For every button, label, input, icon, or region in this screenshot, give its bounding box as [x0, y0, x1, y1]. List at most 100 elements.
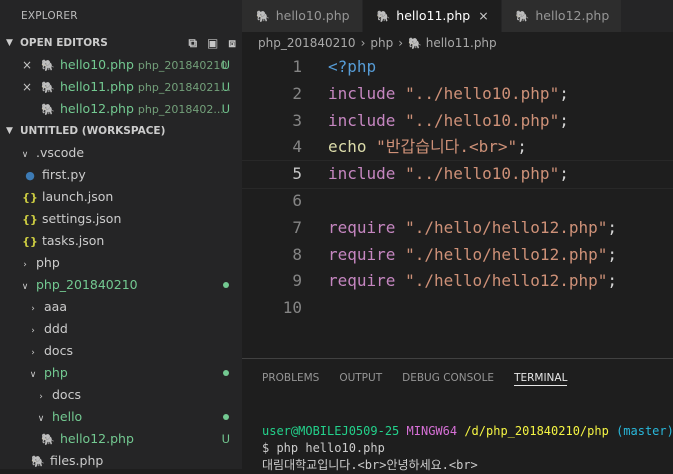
tree-label: files.php: [50, 453, 104, 468]
code-token: <?php: [328, 57, 377, 76]
tree-label: first.py: [42, 167, 86, 182]
line-number: 2: [292, 83, 302, 103]
code-token: ;: [559, 164, 569, 184]
modified-dot: [223, 370, 229, 376]
code-line: 8 require "./hello/hello12.php";: [242, 242, 673, 269]
tree-folder-ddd[interactable]: › ddd: [0, 318, 242, 340]
code-token: ;: [517, 137, 527, 157]
tree-folder-aaa[interactable]: › aaa: [0, 296, 242, 318]
chevron-down-icon: ∨: [37, 414, 45, 424]
tree-file[interactable]: {} launch.json: [0, 186, 242, 208]
chevron-down-icon: ▼: [6, 38, 13, 48]
terminal-command: $ php hello10.php: [262, 441, 385, 455]
code-token: "./hello/hello12.php": [395, 271, 608, 291]
code-token: "../hello10.php": [395, 83, 560, 103]
chevron-right-icon: ›: [360, 36, 366, 50]
untracked-badge: U: [221, 102, 230, 116]
terminal-host: MINGW64: [406, 424, 458, 438]
code-token: include: [328, 164, 396, 184]
line-number: 9: [292, 271, 302, 291]
php-file-icon: 🐘: [41, 103, 55, 116]
tree-folder-php-201840210[interactable]: ∨ php_201840210: [0, 274, 242, 296]
code-token: ;: [559, 110, 569, 130]
terminal-output[interactable]: user@MOBILEJ0509-25 MINGW64 /d/php_20184…: [262, 423, 673, 474]
code-token: "./hello/hello12.php": [395, 244, 608, 264]
breadcrumb-item[interactable]: php_201840210: [258, 36, 356, 50]
code-line: 2 include "../hello10.php";: [242, 81, 673, 108]
tab-label: hello12.php: [535, 8, 610, 23]
code-line: 9 require "./hello/hello12.php";: [242, 268, 673, 295]
code-line-current: 5 include "../hello10.php";: [242, 160, 673, 189]
tab-hello12[interactable]: 🐘 hello12.php: [501, 0, 623, 32]
tree-folder-php-sub[interactable]: ∨ php: [0, 362, 242, 384]
file-name: hello10.php: [60, 57, 134, 72]
bottom-panel: PROBLEMS OUTPUT DEBUG CONSOLE TERMINAL u…: [242, 358, 673, 472]
file-name: hello11.php: [60, 79, 134, 94]
tab-output[interactable]: OUTPUT: [339, 359, 382, 397]
tree-folder-docs[interactable]: › docs: [0, 340, 242, 362]
code-token: ;: [607, 271, 617, 291]
tree-folder-hello[interactable]: ∨ hello: [0, 406, 242, 428]
code-editor[interactable]: 1 <?php 2 include "../hello10.php"; 3 inclu…: [242, 54, 673, 358]
chevron-right-icon: ›: [23, 260, 27, 270]
open-editors-title: OPEN EDITORS: [20, 37, 108, 49]
file-folder-desc: php_2018402...: [137, 103, 224, 116]
close-icon[interactable]: ×: [20, 54, 34, 76]
save-all-icon[interactable]: ▣: [207, 32, 218, 54]
line-number: 4: [292, 137, 302, 157]
breadcrumb-item[interactable]: php: [370, 36, 393, 50]
code-token: require: [328, 217, 396, 237]
new-untitled-file-icon[interactable]: ⧉: [188, 32, 197, 54]
workspace-header[interactable]: ▼ UNTITLED (WORKSPACE): [0, 120, 242, 142]
line-number: 6: [292, 191, 302, 210]
tree-folder-docs-sub[interactable]: › docs: [0, 384, 242, 406]
tree-label: ddd: [44, 321, 68, 336]
close-icon[interactable]: ×: [20, 76, 34, 98]
modified-dot: [223, 282, 229, 288]
code-token: ;: [607, 217, 617, 237]
tab-label: hello11.php: [396, 8, 471, 23]
open-editor-item[interactable]: × 🐘 hello11.php php_20184021... U: [0, 76, 242, 98]
tab-label: hello10.php: [275, 8, 350, 23]
chevron-right-icon: ›: [31, 348, 35, 358]
code-token: "../hello10.php": [395, 164, 560, 184]
open-editors-header[interactable]: ▼ OPEN EDITORS ⧉ ▣ ⧈: [0, 32, 242, 54]
code-token: ;: [607, 244, 617, 264]
breadcrumb: php_201840210 › php › 🐘 hello11.php: [242, 32, 673, 54]
code-token: ;: [559, 83, 569, 103]
open-editor-item[interactable]: × 🐘 hello10.php php_201840210 U: [0, 54, 242, 76]
close-icon[interactable]: ×: [478, 8, 488, 23]
tree-label: launch.json: [42, 189, 114, 204]
json-file-icon: {}: [22, 191, 38, 204]
tab-problems[interactable]: PROBLEMS: [262, 359, 319, 397]
code-token: require: [328, 271, 396, 291]
chevron-down-icon: ▼: [6, 126, 13, 136]
chevron-down-icon: ∨: [29, 370, 37, 380]
line-number: 5: [292, 164, 302, 184]
php-file-icon: 🐘: [41, 433, 55, 446]
tree-file[interactable]: {} settings.json: [0, 208, 242, 230]
chevron-down-icon: ∨: [21, 282, 29, 292]
tree-file[interactable]: 🐘 hello12.php U: [0, 428, 242, 450]
tab-hello11[interactable]: 🐘 hello11.php ×: [362, 0, 502, 32]
tab-debug-console[interactable]: DEBUG CONSOLE: [402, 359, 494, 397]
breadcrumb-item[interactable]: hello11.php: [426, 36, 497, 50]
chevron-right-icon: ›: [31, 304, 35, 314]
code-token: "./hello/hello12.php": [395, 217, 608, 237]
chevron-right-icon: ›: [31, 326, 35, 336]
code-line: 6: [242, 188, 673, 215]
tree-label: hello: [52, 409, 83, 424]
terminal-branch: (master): [616, 424, 673, 438]
open-editor-item[interactable]: 🐘 hello12.php php_2018402... U: [0, 98, 242, 120]
tab-terminal[interactable]: TERMINAL: [514, 359, 568, 386]
tree-file[interactable]: {} tasks.json: [0, 230, 242, 252]
close-all-icon[interactable]: ⧈: [228, 32, 236, 54]
tab-hello10[interactable]: 🐘 hello10.php: [242, 0, 363, 32]
untracked-badge: U: [221, 432, 230, 446]
php-file-icon: 🐘: [31, 455, 45, 468]
terminal-user: user@MOBILEJ0509-25: [262, 424, 400, 438]
tree-folder-php[interactable]: › php: [0, 252, 242, 274]
tree-folder-vscode[interactable]: ∨ .vscode: [0, 142, 242, 164]
tree-file[interactable]: ● first.py: [0, 164, 242, 186]
tree-file[interactable]: 🐘 files.php: [0, 450, 242, 469]
